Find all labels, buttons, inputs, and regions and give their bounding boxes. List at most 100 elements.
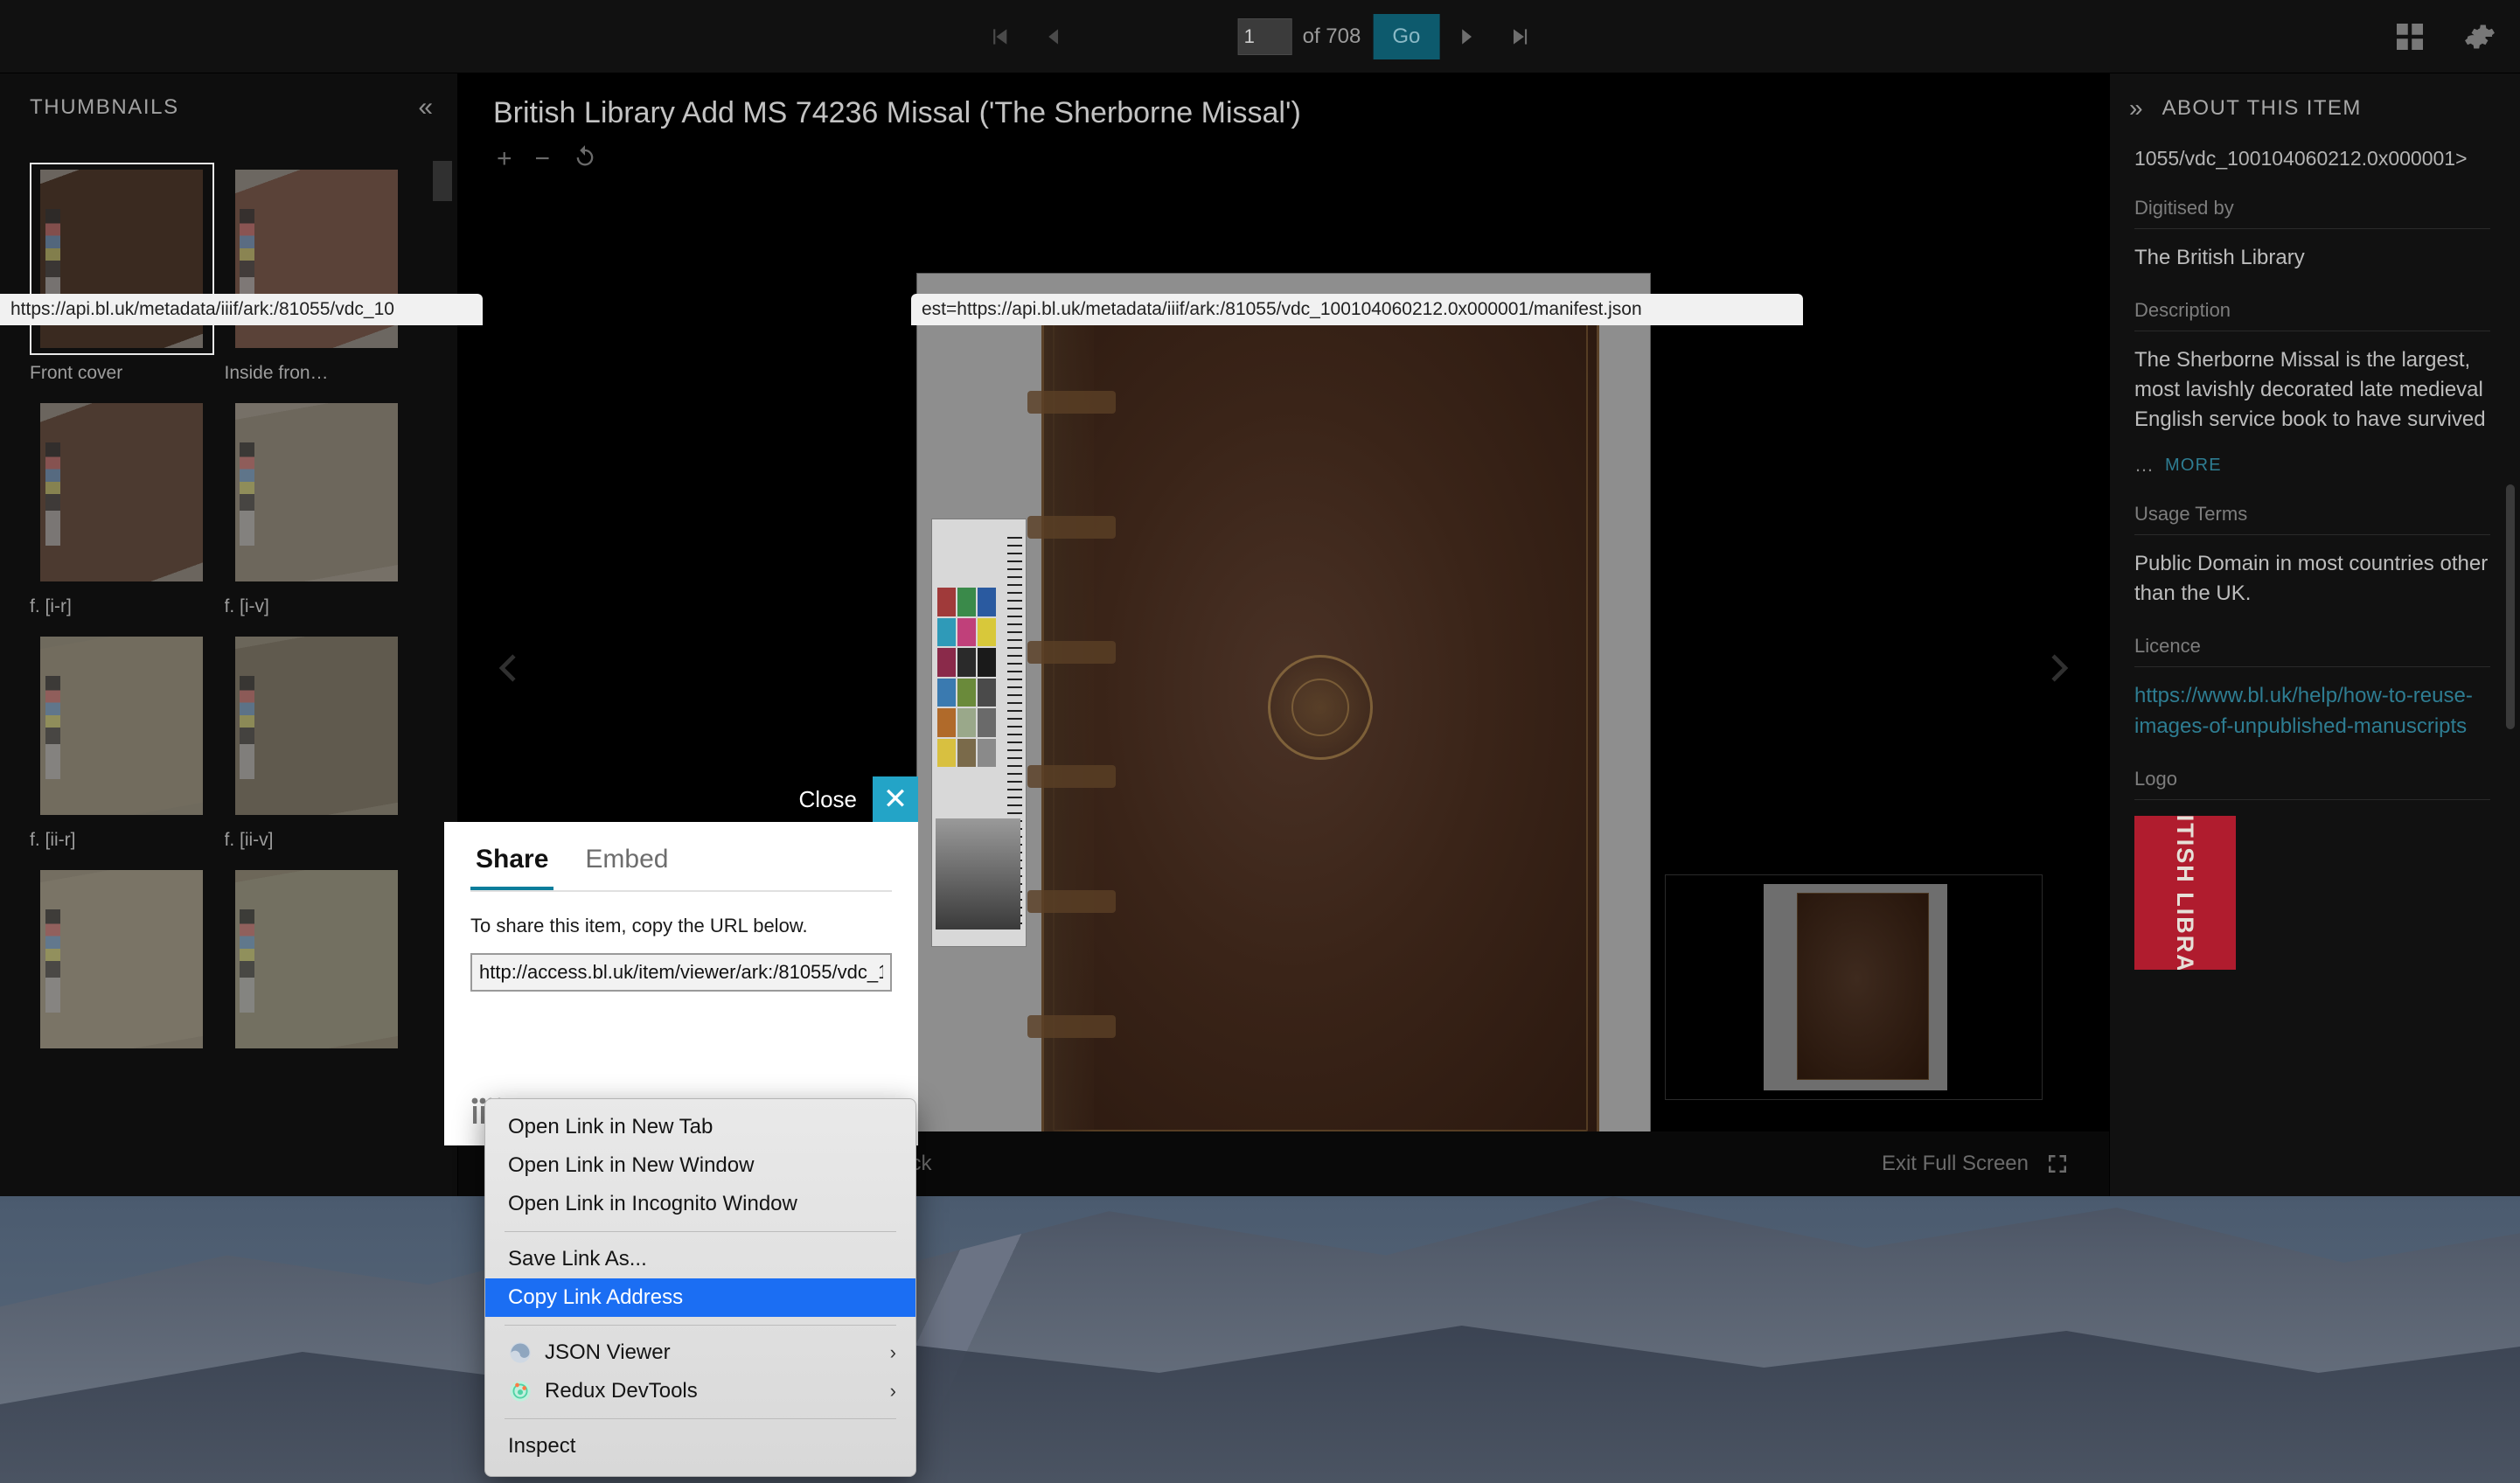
thumbnails-panel: THUMBNAILS « Front cover Inside fron… f.…	[0, 73, 458, 1196]
context-menu-item-redux-devtools[interactable]: Redux DevTools ›	[485, 1372, 915, 1410]
exit-fullscreen-button[interactable]: Exit Full Screen	[1882, 1151, 2109, 1177]
last-page-icon	[1513, 29, 1527, 45]
chevron-right-icon	[2051, 654, 2069, 682]
book-cover-photograph	[1027, 304, 1600, 1131]
context-menu-item-open-new-tab[interactable]: Open Link in New Tab	[485, 1108, 915, 1146]
navigator-book-cover	[1796, 892, 1930, 1080]
ellipsis-icon: …	[2134, 454, 2156, 477]
color-calibration-strip	[240, 442, 255, 546]
grid-view-button[interactable]	[2391, 17, 2429, 56]
more-link[interactable]: MORE	[2165, 456, 2222, 476]
thumbnail-item[interactable]: Inside fron…	[224, 163, 408, 384]
thumbnail-image	[234, 637, 398, 815]
zoom-in-button[interactable]: +	[497, 146, 512, 172]
share-dialog-body: Share Embed To share this item, copy the…	[444, 822, 918, 1145]
description-more-row[interactable]: … MORE	[2134, 454, 2490, 477]
thumbnail-item[interactable]: f. [i-r]	[30, 396, 214, 617]
first-page-icon	[993, 29, 1007, 45]
share-instruction: To share this item, copy the URL below.	[470, 915, 808, 936]
page-number-input[interactable]	[1237, 18, 1292, 55]
licence-link[interactable]: https://www.bl.uk/help/how-to-reuse-imag…	[2134, 681, 2490, 741]
tab-share[interactable]: Share	[470, 845, 554, 890]
chevron-right-icon: ›	[889, 1341, 896, 1363]
share-tabs: Share Embed	[470, 845, 892, 892]
meta-value-digitised-by: The British Library	[2134, 246, 2305, 269]
context-menu-separator	[505, 1325, 896, 1326]
about-panel-title: ABOUT THIS ITEM	[2161, 96, 2362, 120]
navigator-overlay[interactable]	[1665, 874, 2043, 1100]
status-bar-link-preview-right: est=https://api.bl.uk/metadata/iiif/ark:…	[911, 294, 1803, 325]
first-page-button[interactable]	[972, 10, 1027, 64]
context-menu-item-open-incognito[interactable]: Open Link in Incognito Window	[485, 1185, 915, 1223]
thumbnails-scrollbar-thumb[interactable]	[433, 161, 452, 201]
color-calibration-strip	[45, 676, 60, 779]
thumbnail-image	[234, 403, 398, 581]
color-calibration-strip	[240, 909, 255, 1013]
next-page-button[interactable]	[1439, 10, 1493, 64]
thumbnail-item[interactable]	[30, 863, 214, 1063]
thumbnail-image	[40, 403, 204, 581]
thumbnail-item[interactable]	[224, 863, 408, 1063]
thumbnail-item[interactable]: f. [i-v]	[224, 396, 408, 617]
thumbnail-item[interactable]: f. [ii-v]	[224, 630, 408, 851]
context-menu-item-copy-link-address[interactable]: Copy Link Address	[485, 1278, 915, 1317]
thumbnail-image	[40, 637, 204, 815]
page-total-label: of 708	[1302, 24, 1361, 48]
context-menu-item-open-new-window[interactable]: Open Link in New Window	[485, 1146, 915, 1185]
close-button[interactable]: ✕	[873, 776, 918, 822]
thumbnail-frame	[224, 863, 408, 1055]
go-button[interactable]: Go	[1373, 14, 1440, 59]
header-actions	[2391, 0, 2499, 73]
pager-controls: of 708 Go	[972, 0, 1549, 73]
thumbnail-item[interactable]: Front cover	[30, 163, 214, 384]
zoom-toolbar: + −	[458, 130, 2109, 174]
about-panel-header: » ABOUT THIS ITEM	[2110, 73, 2520, 121]
next-image-button[interactable]	[2039, 646, 2083, 690]
meta-label-usage-terms: Usage Terms	[2134, 503, 2490, 536]
calibration-greyscale	[936, 818, 1020, 929]
tab-embed[interactable]: Embed	[580, 845, 673, 890]
redux-devtools-label: Redux DevTools	[545, 1379, 698, 1403]
thumbnail-label: f. [ii-r]	[30, 830, 76, 850]
zoom-out-button[interactable]: −	[535, 146, 551, 172]
context-menu-item-save-link-as[interactable]: Save Link As...	[485, 1240, 915, 1278]
previous-page-icon	[1048, 29, 1059, 45]
thumbnail-item[interactable]: f. [ii-r]	[30, 630, 214, 851]
previous-image-button[interactable]	[484, 646, 528, 690]
previous-page-button[interactable]	[1027, 10, 1081, 64]
manuscript-page-image[interactable]	[916, 273, 1651, 1131]
collapse-panel-icon[interactable]: «	[418, 94, 433, 121]
chevron-left-icon	[498, 654, 516, 682]
about-panel-scrollbar-thumb[interactable]	[2506, 484, 2515, 729]
thumbnail-label: Front cover	[30, 363, 123, 383]
grid-view-icon	[2397, 24, 2423, 50]
color-calibration-strip	[45, 442, 60, 546]
context-menu-item-json-viewer[interactable]: JSON Viewer ›	[485, 1333, 915, 1372]
logo-text: BRITISH LIBRARY	[2172, 815, 2199, 970]
redux-devtools-icon	[510, 1381, 531, 1402]
browser-context-menu: Open Link in New Tab Open Link in New Wi…	[484, 1098, 916, 1477]
settings-button[interactable]	[2461, 17, 2499, 56]
thumbnail-frame	[30, 863, 214, 1055]
last-page-button[interactable]	[1493, 10, 1548, 64]
exit-fullscreen-icon	[2049, 1155, 2066, 1173]
thumbnail-frame	[224, 630, 408, 822]
thumbnail-frame	[30, 396, 214, 588]
navigator-page	[1763, 884, 1948, 1090]
rotate-button[interactable]	[573, 144, 597, 174]
british-library-logo: BRITISH LIBRARY	[2134, 815, 2236, 970]
color-calibration-strip	[45, 909, 60, 1013]
thumbnail-image	[40, 870, 204, 1048]
thumbnail-label: f. [ii-v]	[224, 830, 274, 850]
expand-panel-icon[interactable]: »	[2129, 96, 2143, 121]
share-close-bar: Close ✕	[783, 776, 918, 822]
context-menu-separator	[505, 1231, 896, 1232]
book-spine	[1043, 307, 1094, 1131]
meta-label-licence: Licence	[2134, 635, 2490, 668]
context-menu-item-inspect[interactable]: Inspect	[485, 1427, 915, 1466]
meta-label-digitised-by: Digitised by	[2134, 197, 2490, 229]
json-viewer-icon	[510, 1342, 531, 1363]
json-viewer-label: JSON Viewer	[545, 1340, 671, 1364]
thumbnail-image	[234, 870, 398, 1048]
share-url-input[interactable]	[470, 953, 892, 992]
